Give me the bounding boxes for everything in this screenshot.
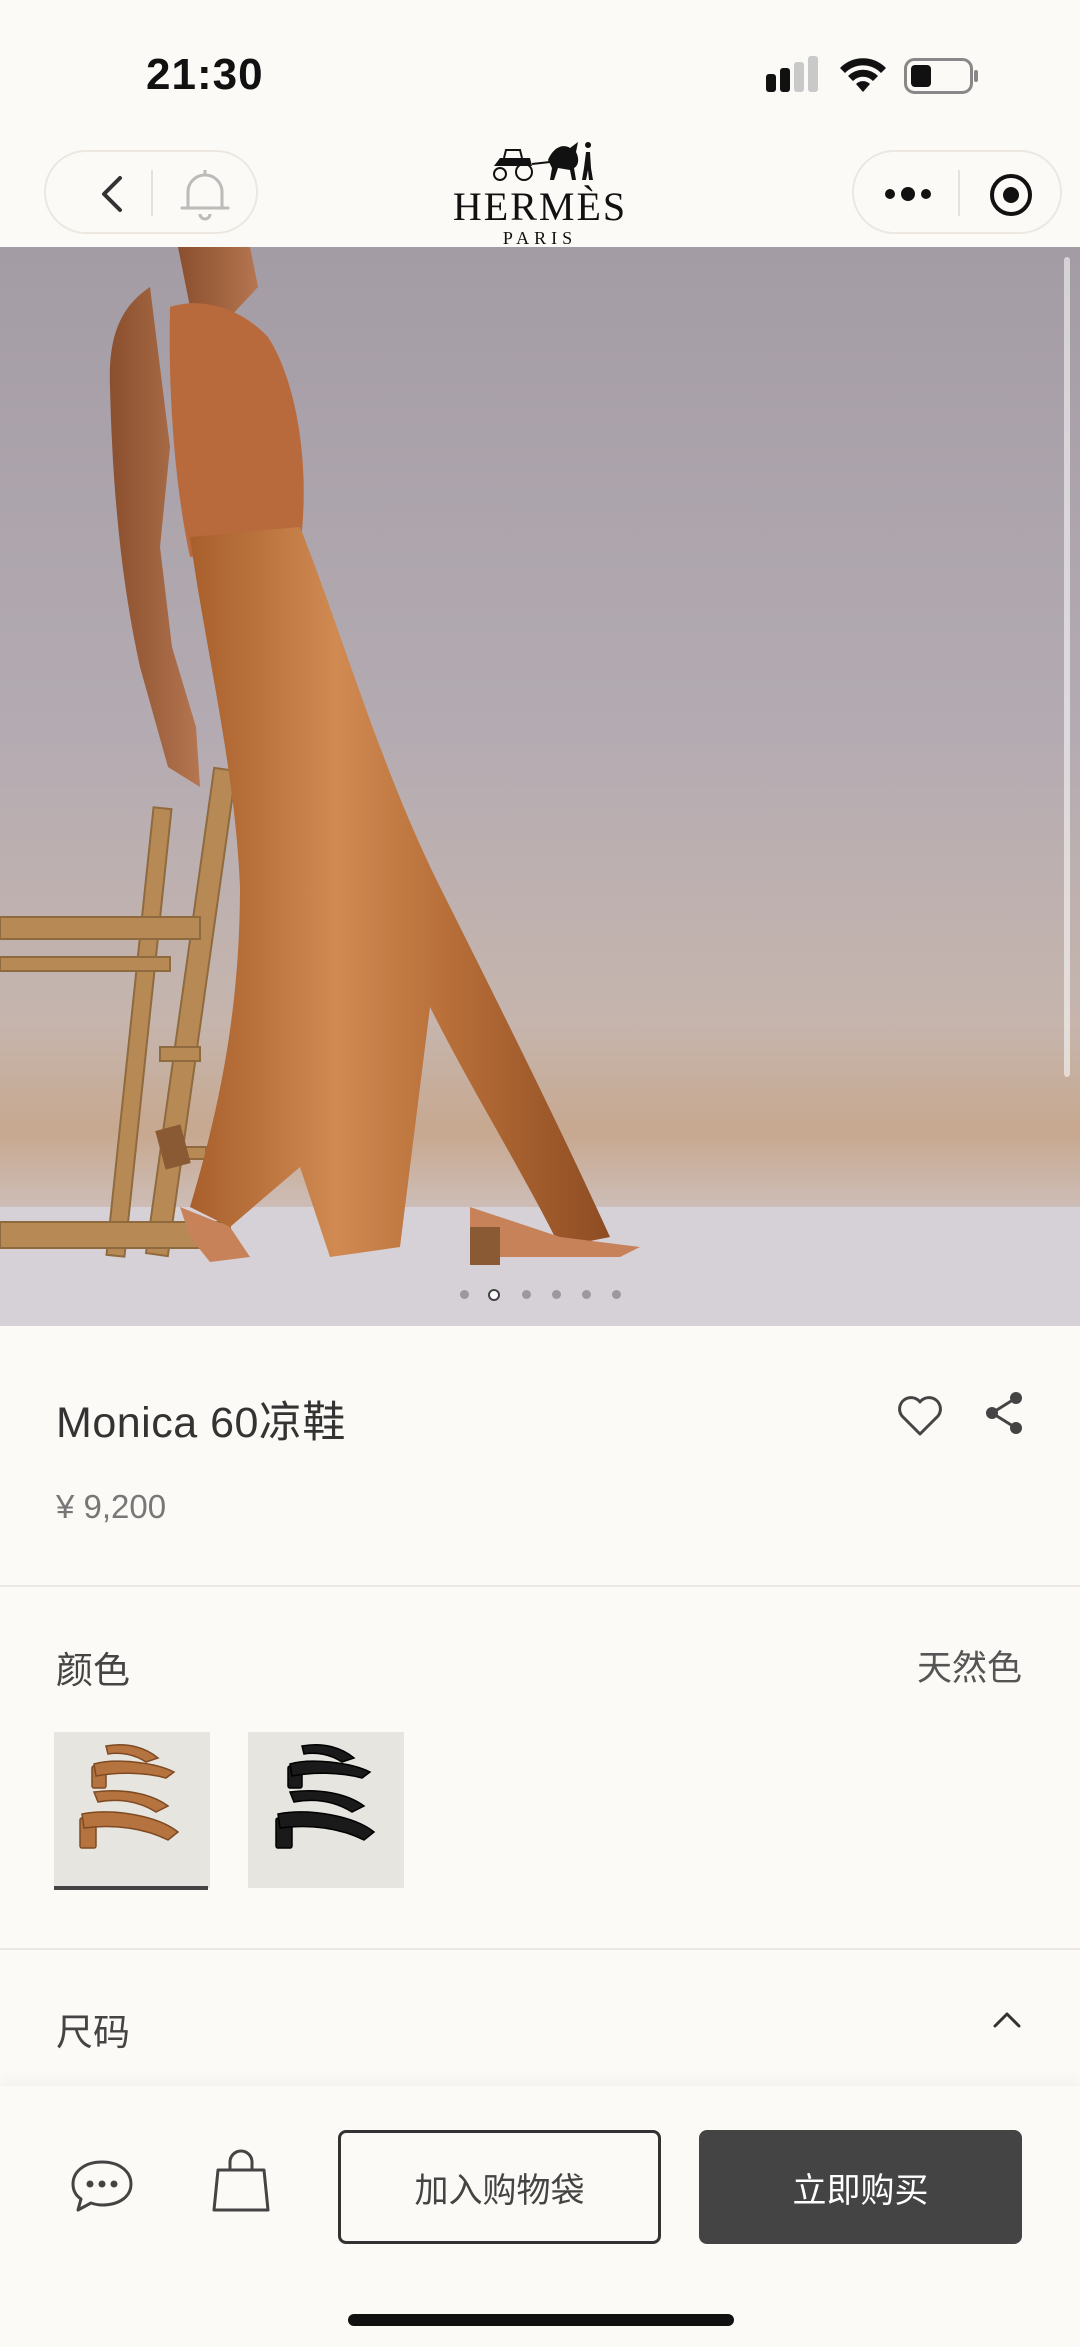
brand-logo[interactable]: HERMÈS PARIS (440, 138, 640, 248)
carousel-dot[interactable] (522, 1290, 531, 1299)
nav-divider (958, 170, 960, 216)
status-bar: 21:30 (0, 0, 1080, 140)
add-to-cart-button[interactable]: 加入购物袋 (338, 2130, 661, 2244)
carousel-dot[interactable] (552, 1290, 561, 1299)
product-price: ¥ 9,200 (56, 1488, 167, 1525)
more-options-icon[interactable] (882, 174, 934, 214)
battery-icon (904, 58, 978, 94)
wifi-icon (840, 58, 886, 92)
carousel-dot[interactable] (582, 1290, 591, 1299)
product-name: Monica 60凉鞋 (56, 1399, 346, 1447)
size-label: 尺码 (56, 2012, 130, 2053)
color-swatch-natural[interactable] (54, 1732, 210, 1888)
bottom-action-bar: 加入购物袋 立即购买 (0, 2086, 1080, 2347)
selected-color: 天然色 (916, 1649, 1022, 1688)
bell-icon[interactable] (178, 166, 232, 222)
black-sandal-thumbnail (275, 1744, 376, 1849)
color-swatch-black[interactable] (248, 1732, 404, 1888)
carriage-logo-icon (493, 142, 593, 181)
carousel-scroll-indicator (1064, 257, 1070, 1077)
divider (0, 1948, 1080, 1950)
cellular-signal-icon (766, 56, 820, 94)
color-label: 颜色 (56, 1650, 130, 1691)
close-miniprogram-icon[interactable] (988, 172, 1034, 218)
heart-icon[interactable] (896, 1394, 944, 1438)
divider (0, 1585, 1080, 1587)
tan-sandal-thumbnail (79, 1744, 180, 1849)
product-photo (0, 247, 1080, 1326)
carousel-dot[interactable] (612, 1290, 621, 1299)
share-icon[interactable] (984, 1390, 1026, 1436)
brand-city: PARIS (502, 228, 578, 248)
shopping-bag-icon[interactable] (210, 2148, 272, 2214)
buy-now-button[interactable]: 立即购买 (699, 2130, 1022, 2244)
home-indicator[interactable] (348, 2314, 734, 2326)
nav-right-capsule (852, 150, 1062, 234)
brand-name: HERMÈS (452, 184, 628, 229)
carousel-dot-active[interactable] (488, 1289, 500, 1301)
nav-left-capsule (44, 150, 258, 234)
chevron-up-icon[interactable] (990, 2004, 1024, 2034)
back-icon[interactable] (92, 172, 136, 216)
product-image-carousel[interactable] (0, 247, 1080, 1326)
chat-icon[interactable] (70, 2158, 134, 2214)
nav-divider (151, 170, 153, 216)
carousel-dot[interactable] (460, 1290, 469, 1299)
selected-swatch-underline (54, 1886, 208, 1890)
status-time: 21:30 (146, 50, 264, 99)
